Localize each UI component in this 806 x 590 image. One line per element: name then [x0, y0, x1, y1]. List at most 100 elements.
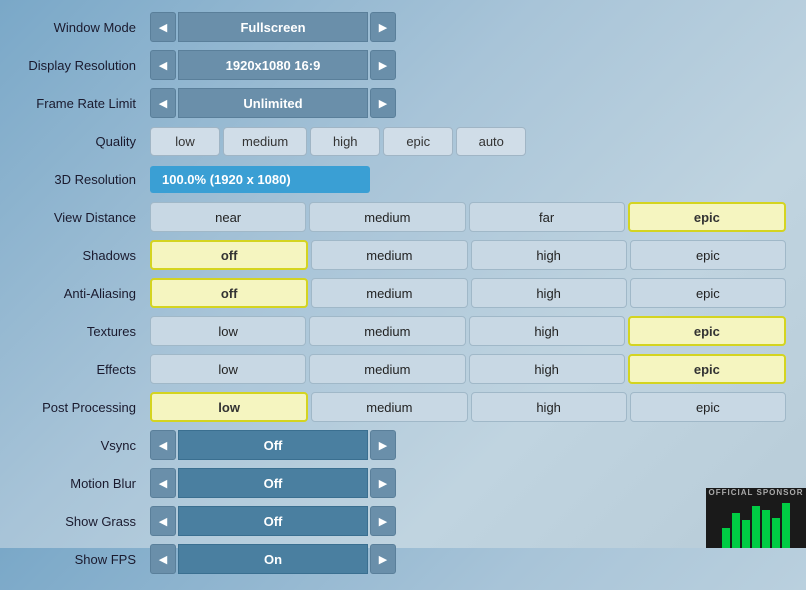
effects-row: Effects low medium high epic	[20, 352, 786, 386]
textures-options: low medium high epic	[150, 316, 786, 346]
post-processing-high[interactable]: high	[471, 392, 627, 422]
display-resolution-prev[interactable]: ◀	[150, 50, 176, 80]
sponsor-bar-1	[722, 528, 730, 548]
show-grass-prev[interactable]: ◀	[150, 506, 176, 536]
vsync-label: Vsync	[20, 438, 150, 453]
anti-aliasing-row: Anti-Aliasing off medium high epic	[20, 276, 786, 310]
shadows-medium[interactable]: medium	[311, 240, 467, 270]
sponsor-bar-2	[732, 513, 740, 548]
show-grass-control: ◀ Off ▶	[150, 506, 396, 536]
anti-aliasing-off[interactable]: off	[150, 278, 308, 308]
window-mode-prev[interactable]: ◀	[150, 12, 176, 42]
motion-blur-value: Off	[178, 468, 368, 498]
display-resolution-control: ◀ 1920x1080 16:9 ▶	[150, 50, 396, 80]
view-distance-epic[interactable]: epic	[628, 202, 786, 232]
sponsor-bar-5	[762, 510, 770, 548]
shadows-high[interactable]: high	[471, 240, 627, 270]
show-fps-prev[interactable]: ◀	[150, 544, 176, 574]
vsync-value: Off	[178, 430, 368, 460]
anti-aliasing-options: off medium high epic	[150, 278, 786, 308]
show-fps-control: ◀ On ▶	[150, 544, 396, 574]
show-grass-row: Show Grass ◀ Off ▶	[20, 504, 786, 538]
quality-options: low medium high epic auto	[150, 127, 526, 156]
window-mode-label: Window Mode	[20, 20, 150, 35]
quality-low[interactable]: low	[150, 127, 220, 156]
post-processing-label: Post Processing	[20, 400, 150, 415]
frame-rate-limit-label: Frame Rate Limit	[20, 96, 150, 111]
display-resolution-next[interactable]: ▶	[370, 50, 396, 80]
vsync-control: ◀ Off ▶	[150, 430, 396, 460]
frame-rate-limit-control: ◀ Unlimited ▶	[150, 88, 396, 118]
effects-epic[interactable]: epic	[628, 354, 786, 384]
textures-row: Textures low medium high epic	[20, 314, 786, 348]
view-distance-label: View Distance	[20, 210, 150, 225]
vsync-row: Vsync ◀ Off ▶	[20, 428, 786, 462]
motion-blur-control: ◀ Off ▶	[150, 468, 396, 498]
frame-rate-limit-next[interactable]: ▶	[370, 88, 396, 118]
quality-row: Quality low medium high epic auto	[20, 124, 786, 158]
settings-panel: Window Mode ◀ Fullscreen ▶ Display Resol…	[0, 0, 806, 590]
shadows-label: Shadows	[20, 248, 150, 263]
shadows-row: Shadows off medium high epic	[20, 238, 786, 272]
view-distance-medium[interactable]: medium	[309, 202, 465, 232]
show-fps-row: Show FPS ◀ On ▶	[20, 542, 786, 576]
post-processing-epic[interactable]: epic	[630, 392, 786, 422]
anti-aliasing-epic[interactable]: epic	[630, 278, 786, 308]
3d-resolution-row: 3D Resolution 100.0% (1920 x 1080)	[20, 162, 786, 196]
sponsor-badge: OFFICIAL SPONSOR	[706, 488, 806, 548]
view-distance-row: View Distance near medium far epic	[20, 200, 786, 234]
textures-epic[interactable]: epic	[628, 316, 786, 346]
sponsor-bar-4	[752, 506, 760, 548]
quality-high[interactable]: high	[310, 127, 380, 156]
frame-rate-limit-value: Unlimited	[178, 88, 368, 118]
textures-label: Textures	[20, 324, 150, 339]
quality-medium[interactable]: medium	[223, 127, 307, 156]
view-distance-far[interactable]: far	[469, 202, 625, 232]
motion-blur-prev[interactable]: ◀	[150, 468, 176, 498]
3d-resolution-value: 100.0% (1920 x 1080)	[150, 166, 370, 193]
textures-high[interactable]: high	[469, 316, 625, 346]
window-mode-value: Fullscreen	[178, 12, 368, 42]
sponsor-bar-7	[782, 503, 790, 548]
3d-resolution-label: 3D Resolution	[20, 172, 150, 187]
shadows-off[interactable]: off	[150, 240, 308, 270]
show-fps-next[interactable]: ▶	[370, 544, 396, 574]
show-grass-value: Off	[178, 506, 368, 536]
sponsor-bar-6	[772, 518, 780, 548]
effects-label: Effects	[20, 362, 150, 377]
view-distance-near[interactable]: near	[150, 202, 306, 232]
motion-blur-label: Motion Blur	[20, 476, 150, 491]
effects-medium[interactable]: medium	[309, 354, 465, 384]
post-processing-options: low medium high epic	[150, 392, 786, 422]
quality-epic[interactable]: epic	[383, 127, 453, 156]
anti-aliasing-medium[interactable]: medium	[311, 278, 467, 308]
show-grass-label: Show Grass	[20, 514, 150, 529]
show-grass-next[interactable]: ▶	[370, 506, 396, 536]
sponsor-bars	[722, 503, 790, 548]
vsync-next[interactable]: ▶	[370, 430, 396, 460]
display-resolution-value: 1920x1080 16:9	[178, 50, 368, 80]
effects-low[interactable]: low	[150, 354, 306, 384]
shadows-epic[interactable]: epic	[630, 240, 786, 270]
textures-low[interactable]: low	[150, 316, 306, 346]
effects-options: low medium high epic	[150, 354, 786, 384]
view-distance-options: near medium far epic	[150, 202, 786, 232]
anti-aliasing-high[interactable]: high	[471, 278, 627, 308]
window-mode-control: ◀ Fullscreen ▶	[150, 12, 396, 42]
effects-high[interactable]: high	[469, 354, 625, 384]
post-processing-low[interactable]: low	[150, 392, 308, 422]
motion-blur-next[interactable]: ▶	[370, 468, 396, 498]
quality-auto[interactable]: auto	[456, 127, 526, 156]
window-mode-next[interactable]: ▶	[370, 12, 396, 42]
vsync-prev[interactable]: ◀	[150, 430, 176, 460]
shadows-options: off medium high epic	[150, 240, 786, 270]
sponsor-text: OFFICIAL SPONSOR	[709, 488, 804, 497]
show-fps-label: Show FPS	[20, 552, 150, 567]
sponsor-bar-3	[742, 520, 750, 548]
quality-label: Quality	[20, 134, 150, 149]
frame-rate-limit-prev[interactable]: ◀	[150, 88, 176, 118]
textures-medium[interactable]: medium	[309, 316, 465, 346]
post-processing-medium[interactable]: medium	[311, 392, 467, 422]
frame-rate-limit-row: Frame Rate Limit ◀ Unlimited ▶	[20, 86, 786, 120]
display-resolution-row: Display Resolution ◀ 1920x1080 16:9 ▶	[20, 48, 786, 82]
